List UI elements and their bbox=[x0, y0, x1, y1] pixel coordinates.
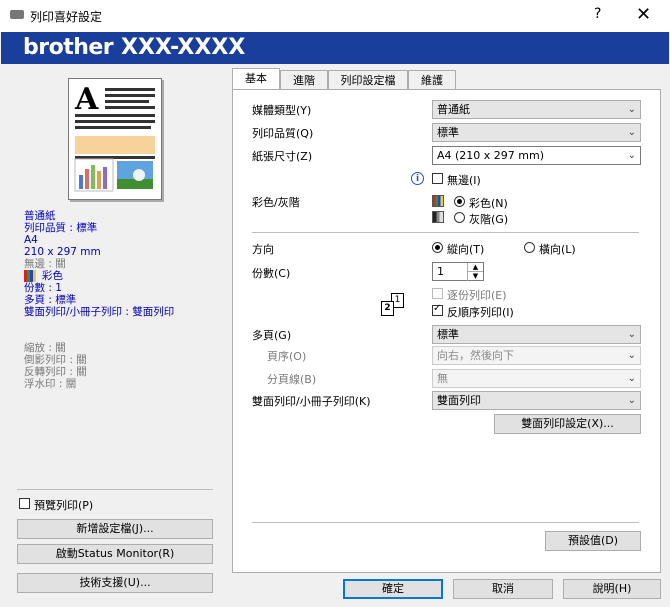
quality-select[interactable]: 標準 ⌄ bbox=[432, 123, 641, 142]
copies-spinner[interactable]: 1 ▲ ▼ bbox=[432, 262, 484, 281]
grayscale-radio[interactable] bbox=[454, 212, 465, 223]
divider bbox=[252, 232, 639, 233]
media-type-select[interactable]: 普通紙 ⌄ bbox=[432, 100, 641, 119]
default-button[interactable]: 預設值(D) bbox=[545, 531, 641, 551]
divider bbox=[252, 522, 639, 523]
summary-color: 彩色 bbox=[24, 270, 174, 282]
preview-label: 預覽列印(P) bbox=[34, 499, 94, 512]
duplex-value: 雙面列印 bbox=[437, 394, 481, 407]
color-icon bbox=[24, 270, 36, 282]
summary-reverse: 反轉列印 : 關 bbox=[24, 366, 87, 378]
chevron-down-icon: ⌄ bbox=[627, 395, 636, 406]
grayscale-icon bbox=[432, 211, 444, 223]
reverse-order-checkbox[interactable]: ✓ bbox=[432, 303, 443, 316]
window-title: 列印喜好設定 bbox=[30, 10, 103, 24]
brand-logo: brother bbox=[23, 35, 114, 60]
border-line-label: 分頁線(B) bbox=[267, 373, 317, 386]
support-button[interactable]: 技術支援(U)... bbox=[17, 573, 213, 593]
summary-duplex: 雙面列印/小冊子列印 : 雙面列印 bbox=[24, 306, 175, 318]
chevron-down-icon: ⌄ bbox=[627, 127, 636, 138]
page-order-value: 向右，然後向下 bbox=[437, 349, 514, 362]
quality-value: 標準 bbox=[437, 126, 459, 139]
model-name: XXX-XXXX bbox=[121, 35, 246, 60]
preview-checkbox[interactable] bbox=[19, 498, 30, 509]
page-order-select[interactable]: 向右，然後向下 ⌄ bbox=[432, 346, 641, 365]
duplex-label: 雙面列印/小冊子列印(K) bbox=[252, 395, 371, 408]
summary-quality: 列印品質 : 標準 bbox=[24, 222, 98, 234]
spin-up-icon[interactable]: ▲ bbox=[467, 263, 483, 271]
collate-checkbox[interactable] bbox=[432, 288, 443, 299]
divider bbox=[17, 489, 213, 490]
tab-advanced[interactable]: 進階 bbox=[280, 70, 328, 89]
color-radio-label: 彩色(N) bbox=[469, 197, 508, 210]
paper-size-select[interactable]: A4 (210 x 297 mm) ⌄ bbox=[432, 146, 641, 165]
brand-banner: brother XXX-XXXX bbox=[1, 32, 669, 64]
copies-label: 份數(C) bbox=[252, 267, 291, 280]
summary-multipage: 多頁 : 標準 bbox=[24, 294, 77, 306]
cancel-button[interactable]: 取消 bbox=[453, 579, 553, 599]
info-icon: i bbox=[411, 172, 424, 185]
help-button[interactable]: 說明(H) bbox=[563, 579, 661, 599]
tab-basic[interactable]: 基本 bbox=[232, 68, 280, 90]
title-bar: 列印喜好設定 ? ✕ bbox=[0, 0, 670, 32]
collate-label: 逐份列印(E) bbox=[447, 289, 507, 302]
tab-maintenance[interactable]: 維護 bbox=[408, 70, 456, 89]
close-icon[interactable]: ✕ bbox=[636, 4, 651, 25]
orientation-label: 方向 bbox=[252, 243, 274, 256]
add-profile-button[interactable]: 新增設定檔(J)... bbox=[17, 519, 213, 539]
summary-copies: 份數 : 1 bbox=[24, 282, 62, 294]
summary-media: 普通紙 bbox=[24, 210, 56, 222]
portrait-radio[interactable] bbox=[432, 242, 443, 253]
color-radio[interactable] bbox=[454, 196, 465, 207]
spin-down-icon[interactable]: ▼ bbox=[467, 271, 483, 281]
portrait-label: 縱向(T) bbox=[447, 243, 485, 256]
help-icon[interactable]: ? bbox=[594, 6, 601, 22]
duplex-settings-button[interactable]: 雙面列印設定(X)... bbox=[494, 414, 641, 434]
summary-mirror: 倒影列印 : 關 bbox=[24, 354, 87, 366]
summary-scaling: 縮放 : 關 bbox=[24, 342, 66, 354]
borderless-label: 無邊(I) bbox=[447, 174, 481, 187]
page-preview: A bbox=[68, 78, 162, 200]
chevron-down-icon: ⌄ bbox=[627, 373, 636, 384]
chevron-down-icon: ⌄ bbox=[627, 350, 636, 361]
summary-watermark: 浮水印 : 關 bbox=[24, 378, 77, 390]
paper-size-label: 紙張尺寸(Z) bbox=[252, 150, 313, 163]
summary-paper-size: 210 x 297 mm bbox=[24, 246, 101, 258]
media-type-label: 媒體類型(Y) bbox=[252, 104, 312, 117]
page-order-label: 頁序(O) bbox=[267, 350, 307, 363]
grayscale-radio-label: 灰階(G) bbox=[469, 213, 509, 226]
page-order-icon: 1 2 bbox=[381, 293, 405, 317]
summary-borderless: 無邊 : 關 bbox=[24, 258, 66, 270]
color-icon bbox=[432, 195, 444, 207]
media-type-value: 普通紙 bbox=[437, 103, 470, 116]
border-line-value: 無 bbox=[437, 372, 448, 385]
color-mode-label: 彩色/灰階 bbox=[252, 196, 300, 209]
ok-button[interactable]: 確定 bbox=[343, 579, 443, 599]
duplex-select[interactable]: 雙面列印 ⌄ bbox=[432, 391, 641, 410]
summary-paper: A4 bbox=[24, 234, 38, 246]
border-line-select[interactable]: 無 ⌄ bbox=[432, 369, 641, 388]
status-monitor-button[interactable]: 啟動Status Monitor(R) bbox=[17, 544, 213, 564]
chevron-down-icon: ⌄ bbox=[627, 329, 636, 340]
multipage-value: 標準 bbox=[437, 328, 459, 341]
chevron-down-icon: ⌄ bbox=[627, 104, 636, 115]
settings-summary: 普通紙 列印品質 : 標準 A4 210 x 297 mm 無邊 : 關 彩色 … bbox=[24, 210, 174, 390]
printer-icon bbox=[10, 10, 24, 19]
reverse-order-label: 反順序列印(I) bbox=[447, 306, 514, 319]
landscape-label: 橫向(L) bbox=[539, 243, 576, 256]
multipage-label: 多頁(G) bbox=[252, 329, 292, 342]
quality-label: 列印品質(Q) bbox=[252, 127, 314, 140]
copies-value: 1 bbox=[437, 265, 444, 278]
svg-text:A: A bbox=[74, 82, 99, 117]
paper-size-value: A4 (210 x 297 mm) bbox=[437, 149, 545, 162]
preview-image: A bbox=[74, 82, 155, 192]
landscape-radio[interactable] bbox=[524, 242, 535, 253]
chevron-down-icon: ⌄ bbox=[627, 150, 636, 161]
tab-print-profiles[interactable]: 列印設定檔 bbox=[328, 70, 408, 89]
summary-color-label: 彩色 bbox=[42, 270, 63, 282]
borderless-checkbox[interactable] bbox=[432, 173, 443, 184]
multipage-select[interactable]: 標準 ⌄ bbox=[432, 325, 641, 344]
